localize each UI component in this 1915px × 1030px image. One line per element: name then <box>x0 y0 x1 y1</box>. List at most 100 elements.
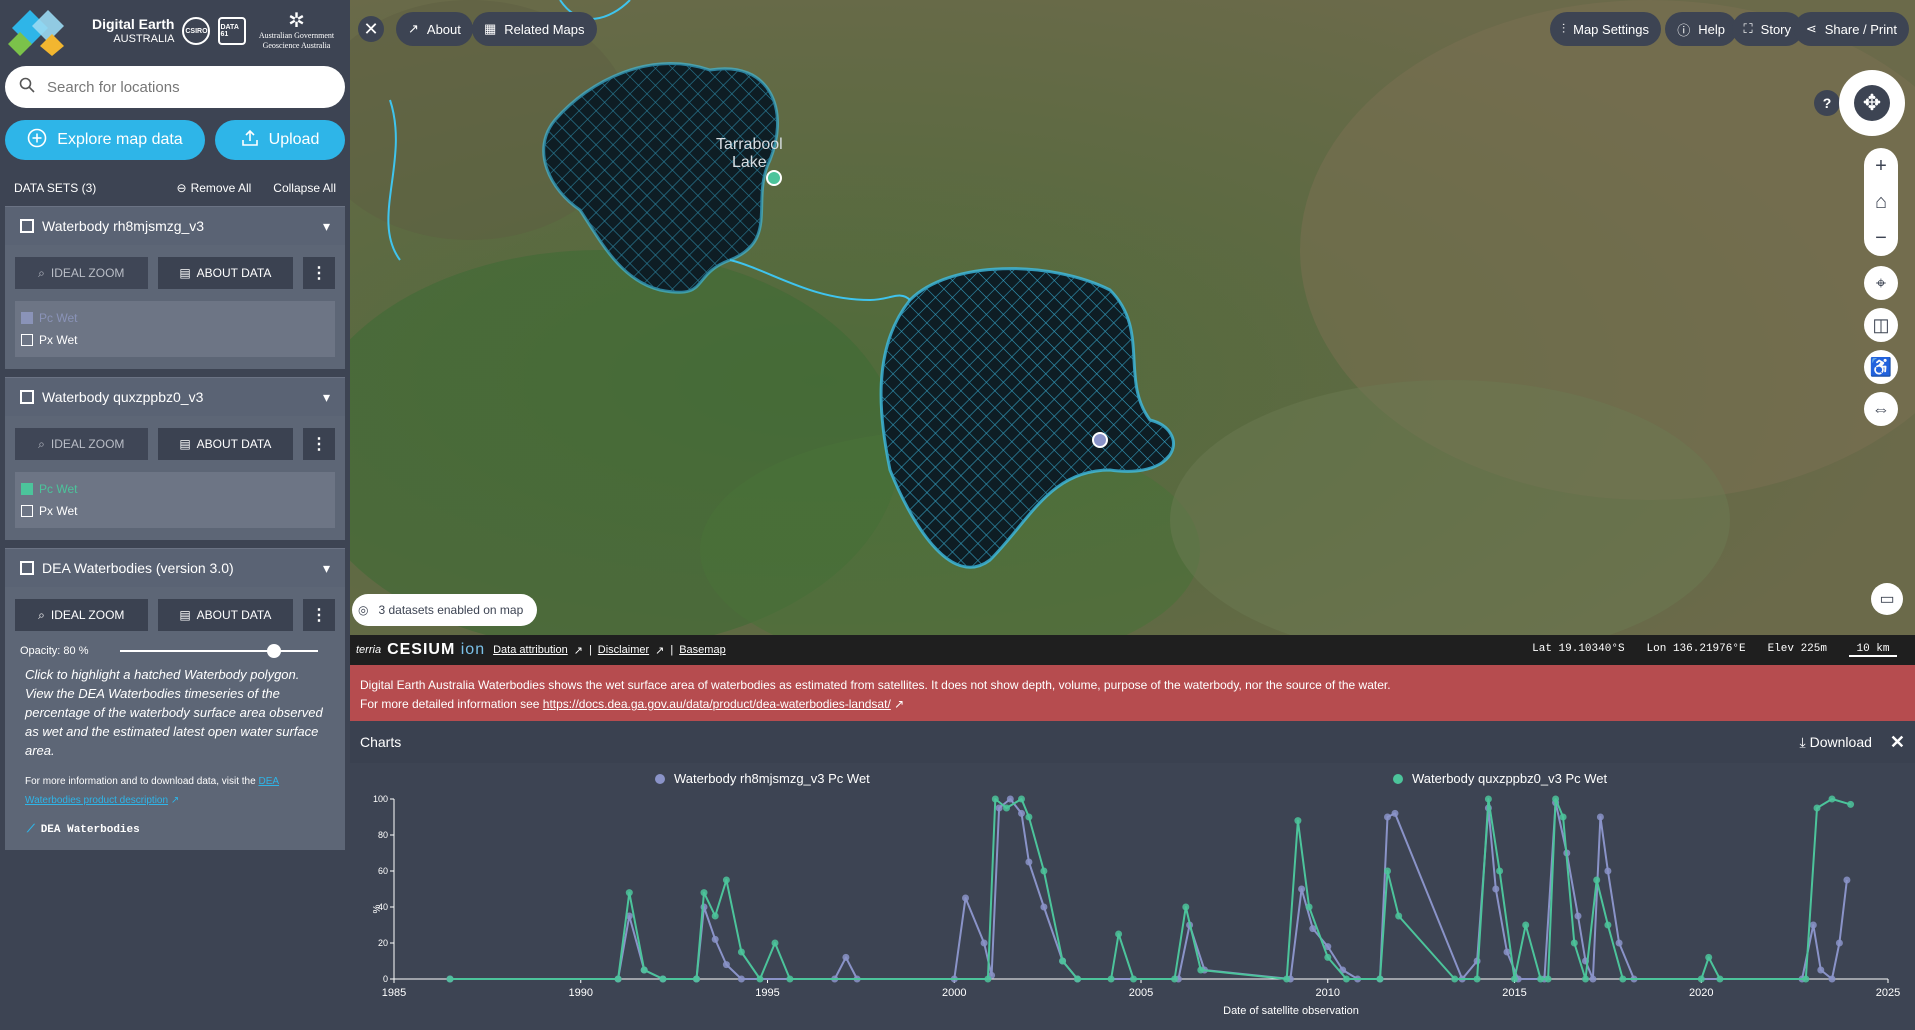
basemap-link[interactable]: Basemap <box>679 644 725 656</box>
dea-logo-icon[interactable] <box>8 6 84 56</box>
collapse-all-button[interactable]: Collapse All <box>273 181 336 195</box>
more-options-icon[interactable]: ⋮ <box>303 257 335 289</box>
remove-all-button[interactable]: ⊖ Remove All <box>177 181 252 195</box>
my-location-icon[interactable]: ⌖ <box>1864 266 1898 300</box>
visibility-checkbox[interactable] <box>20 219 34 233</box>
opacity-slider[interactable] <box>120 644 319 658</box>
feedback-icon[interactable]: ▭ <box>1871 583 1903 615</box>
data-point <box>1040 867 1048 875</box>
remove-all-label: Remove All <box>190 181 252 195</box>
about-data-label: ABOUT DATA <box>196 266 272 280</box>
external-link-icon: ↗ <box>170 795 180 806</box>
series-line <box>450 798 1848 980</box>
about-button[interactable]: ↗ About <box>396 12 473 46</box>
data-point <box>980 939 988 947</box>
data-point <box>1552 795 1560 803</box>
more-options-icon[interactable]: ⋮ <box>303 428 335 460</box>
data-point <box>737 948 745 956</box>
cesium-ion-text: ion <box>460 641 486 658</box>
workbench-item-header[interactable]: DEA Waterbodies (version 3.0) ▾ <box>5 549 345 587</box>
workbench-actions: ⌕ IDEAL ZOOM ▤ ABOUT DATA ⋮ <box>15 428 335 460</box>
datasets-enabled-pill[interactable]: ◎ 3 datasets enabled on map <box>352 594 538 626</box>
home-icon[interactable]: ⌂ <box>1875 191 1887 214</box>
data-point <box>1003 804 1010 812</box>
disclaimer-link[interactable]: Disclaimer <box>598 644 649 656</box>
zoom-out-icon[interactable]: − <box>1875 227 1887 250</box>
help-circle-icon: ⓘ <box>1677 22 1691 38</box>
map-marker[interactable] <box>1092 432 1108 448</box>
data-point <box>1817 966 1825 974</box>
external-link-icon: ↗ <box>655 644 665 657</box>
longitude: Lon 136.21976°E <box>1646 643 1746 655</box>
data-point <box>1593 876 1601 884</box>
legend-checkbox[interactable] <box>21 505 33 517</box>
help-question-icon[interactable]: ? <box>1814 90 1840 116</box>
legend-row[interactable]: Pc Wet <box>21 478 329 500</box>
about-data-button[interactable]: ▤ ABOUT DATA <box>157 257 294 289</box>
upload-button[interactable]: Upload <box>215 120 345 160</box>
chevron-down-icon[interactable]: ▾ <box>323 560 330 577</box>
help-button[interactable]: ⓘ Help <box>1665 12 1737 46</box>
data-point <box>962 894 969 902</box>
data-point <box>1604 921 1612 929</box>
data-point <box>1074 975 1081 983</box>
logo-bar: Digital Earth AUSTRALIA CSIRO DATA 61 ✲ … <box>0 0 350 62</box>
related-maps-button[interactable]: ▦ Related Maps <box>472 12 597 46</box>
map-view[interactable]: ✕ ↗ About ▦ Related Maps ⫶ Map Settings … <box>350 0 1915 635</box>
workbench-item-title: Waterbody rh8mjsmzg_v3 <box>42 218 205 234</box>
map-marker[interactable] <box>766 170 782 186</box>
docs-link[interactable]: https://docs.dea.ga.gov.au/data/product/… <box>543 697 891 711</box>
close-sidebar-button[interactable]: ✕ <box>358 16 384 42</box>
x-tick-label: 1995 <box>755 987 779 999</box>
share-print-button[interactable]: ⋖ Share / Print <box>1793 12 1909 46</box>
layer-legend: ⟋ DEA Waterbodies <box>15 810 335 836</box>
banner-line2-prefix: For more detailed information see <box>360 697 543 711</box>
brand-line2: AUSTRALIA <box>113 32 175 45</box>
chevron-down-icon[interactable]: ▾ <box>323 218 330 235</box>
explore-map-data-button[interactable]: Explore map data <box>5 120 205 160</box>
timeseries-chart[interactable]: 0204060801001985 1990 1995 2000 2005 2010 2015… <box>350 763 1915 1030</box>
data-point <box>756 975 764 983</box>
story-button[interactable]: ⛶ Story <box>1731 12 1803 46</box>
legend-row[interactable]: Px Wet <box>21 329 329 351</box>
data-point <box>984 975 992 983</box>
about-data-button[interactable]: ▤ ABOUT DATA <box>157 428 294 460</box>
plus-circle-icon <box>27 128 47 153</box>
compass-control[interactable]: ✥ <box>1839 70 1905 136</box>
ideal-zoom-button[interactable]: ⌕ IDEAL ZOOM <box>15 257 148 289</box>
workbench-item-header[interactable]: Waterbody quxzppbz0_v3 ▾ <box>5 378 345 416</box>
split-screen-icon[interactable]: ◫ <box>1864 308 1898 342</box>
legend-row[interactable]: Pc Wet <box>21 307 329 329</box>
legend-checkbox[interactable] <box>21 334 33 346</box>
more-options-icon[interactable]: ⋮ <box>303 599 335 631</box>
visibility-checkbox[interactable] <box>20 390 34 404</box>
search-icon <box>19 77 35 98</box>
csiro-logo: CSIRO <box>182 17 211 45</box>
legend-row[interactable]: Px Wet <box>21 500 329 522</box>
data-point <box>995 804 1003 812</box>
x-tick-label: 2010 <box>1316 987 1340 999</box>
zoom-in-icon[interactable]: + <box>1875 155 1887 178</box>
measure-icon[interactable]: ⇔ <box>1864 392 1898 426</box>
chevron-down-icon[interactable]: ▾ <box>323 389 330 406</box>
search-bar <box>5 66 345 108</box>
about-data-button[interactable]: ▤ ABOUT DATA <box>157 599 294 631</box>
banner-line1: Digital Earth Australia Waterbodies show… <box>360 678 1391 692</box>
close-charts-icon[interactable]: ✕ <box>1890 732 1905 753</box>
opacity-slider-handle[interactable] <box>267 644 282 658</box>
map-settings-button[interactable]: ⫶ Map Settings <box>1549 12 1661 46</box>
satellite-basemap[interactable] <box>350 0 1915 635</box>
download-button[interactable]: ⤓ Download <box>1799 734 1871 751</box>
ideal-zoom-button[interactable]: ⌕ IDEAL ZOOM <box>15 428 148 460</box>
ideal-zoom-button[interactable]: ⌕ IDEAL ZOOM <box>15 599 148 631</box>
accessibility-icon[interactable]: ♿ <box>1864 350 1898 384</box>
about-label: About <box>426 21 461 37</box>
workbench-item-header[interactable]: Waterbody rh8mjsmzg_v3 ▾ <box>5 207 345 245</box>
comment-icon: ▤ <box>179 437 191 451</box>
workbench-item: Waterbody rh8mjsmzg_v3 ▾ ⌕ IDEAL ZOOM ▤ … <box>5 206 345 369</box>
data-attribution-link[interactable]: Data attribution <box>493 644 568 656</box>
search-input[interactable] <box>47 78 307 96</box>
visibility-checkbox[interactable] <box>20 561 34 575</box>
charts-title: Charts <box>360 734 402 750</box>
brand-line1: Digital Earth <box>92 16 175 33</box>
